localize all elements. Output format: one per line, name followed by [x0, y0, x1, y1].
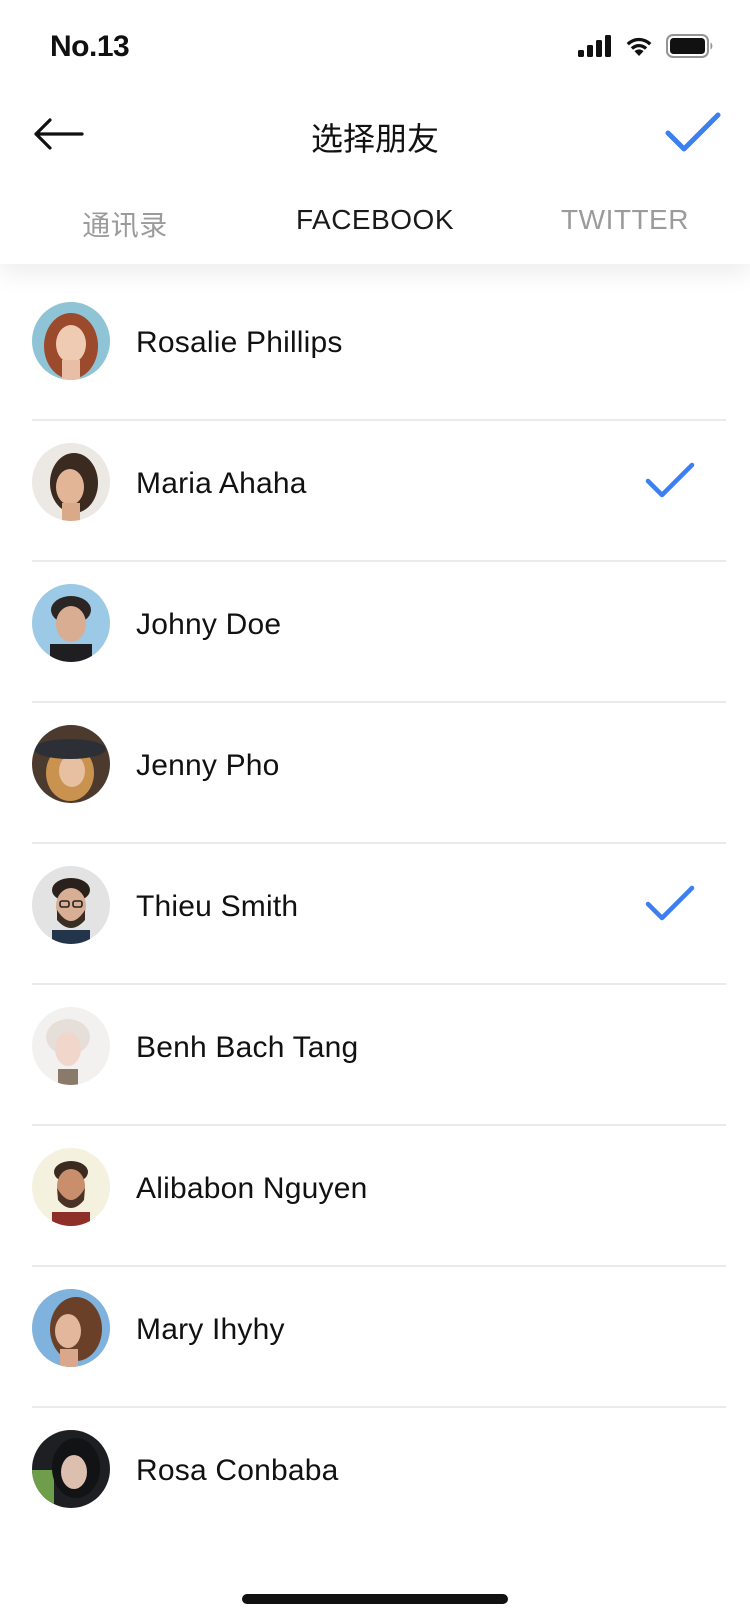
checkmark-icon: [664, 111, 722, 160]
friend-name: Rosalie Phillips: [136, 326, 343, 359]
confirm-button[interactable]: [658, 102, 728, 168]
list-item[interactable]: Johny Doe: [0, 562, 750, 703]
status-icons: [578, 34, 714, 63]
avatar: [32, 302, 110, 380]
list-item[interactable]: Mary Ihyhy: [0, 1267, 750, 1408]
friend-name: Rosa Conbaba: [136, 1454, 339, 1487]
avatar: [32, 1148, 110, 1226]
friend-name: Maria Ahaha: [136, 467, 307, 500]
wifi-icon: [624, 35, 654, 62]
selected-check-icon: [644, 884, 696, 924]
status-bar: No.13: [0, 0, 750, 100]
avatar: [32, 1430, 110, 1508]
avatar: [32, 725, 110, 803]
signal-icon: [578, 35, 612, 62]
tab-bar: 通讯录 FACEBOOK TWITTER: [0, 196, 750, 256]
battery-icon: [666, 34, 714, 63]
avatar: [32, 1289, 110, 1367]
list-item[interactable]: Jenny Pho: [0, 703, 750, 844]
page-title: 选择朋友: [310, 121, 439, 157]
friend-name: Benh Bach Tang: [136, 1031, 359, 1064]
tab-facebook[interactable]: FACEBOOK: [250, 204, 500, 236]
list-item[interactable]: Benh Bach Tang: [0, 985, 750, 1126]
friend-name: Thieu Smith: [136, 890, 299, 923]
friend-list: Rosalie Phillips Maria Ahaha Johny Doe J…: [0, 280, 750, 1549]
list-item[interactable]: Thieu Smith: [0, 844, 750, 985]
tab-contacts[interactable]: 通讯录: [0, 204, 250, 244]
list-item[interactable]: Maria Ahaha: [0, 421, 750, 562]
header: No.13 选择朋友 通讯录 FACEBOOK TWITTER: [0, 0, 750, 264]
friend-name: Jenny Pho: [136, 749, 280, 782]
friend-name: Alibabon Nguyen: [136, 1172, 368, 1205]
avatar: [32, 443, 110, 521]
list-item[interactable]: Rosalie Phillips: [0, 280, 750, 421]
friend-name: Mary Ihyhy: [136, 1313, 285, 1346]
carrier-label: No.13: [50, 30, 130, 63]
home-indicator[interactable]: [242, 1594, 508, 1604]
list-item[interactable]: Alibabon Nguyen: [0, 1126, 750, 1267]
friend-name: Johny Doe: [136, 608, 282, 641]
avatar: [32, 1007, 110, 1085]
nav-bar: 选择朋友: [0, 100, 750, 180]
avatar: [32, 584, 110, 662]
list-item[interactable]: Rosa Conbaba: [0, 1408, 750, 1549]
avatar: [32, 866, 110, 944]
selected-check-icon: [644, 461, 696, 501]
tab-twitter[interactable]: TWITTER: [500, 204, 750, 236]
